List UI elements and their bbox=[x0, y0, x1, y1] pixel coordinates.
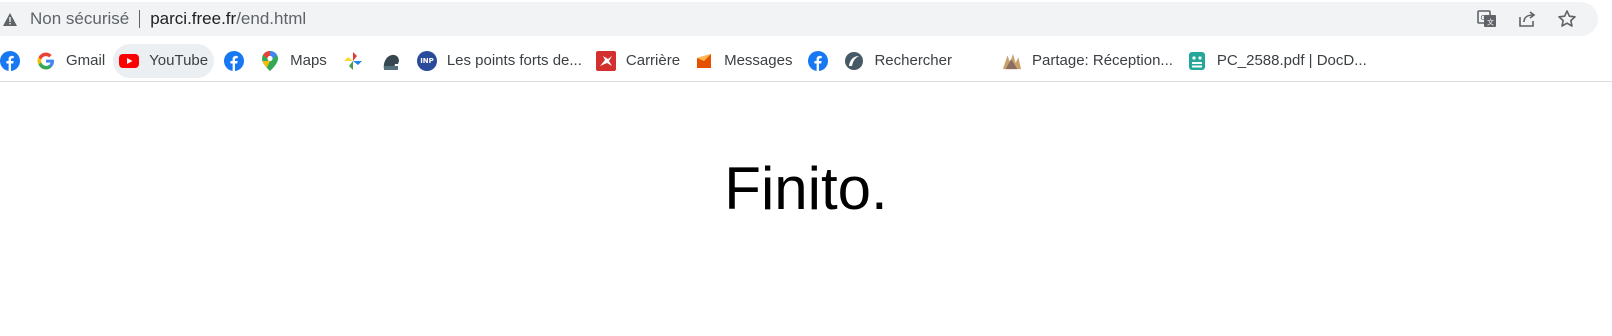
bookmark-facebook-1[interactable] bbox=[0, 44, 28, 78]
inp-logo-icon: INP bbox=[416, 50, 437, 71]
kangaroo-icon bbox=[595, 50, 616, 71]
pinwheel-icon bbox=[343, 51, 363, 71]
bookmark-facebook-2[interactable] bbox=[216, 44, 252, 78]
search-logo-icon bbox=[844, 51, 864, 71]
omnibox[interactable]: Non sécurisé parci.free.fr/end.html G文 bbox=[0, 2, 1598, 36]
page-content: Finito. bbox=[0, 82, 1612, 336]
bookmark-bison[interactable] bbox=[373, 44, 409, 78]
bookmark-gmail[interactable]: Gmail bbox=[30, 44, 111, 78]
bookmark-youtube[interactable]: YouTube bbox=[113, 43, 215, 78]
partage-icon bbox=[1002, 51, 1022, 71]
bookmark-label: PC_2588.pdf | DocD... bbox=[1216, 52, 1367, 69]
bookmark-partage[interactable]: Partage: Réception... bbox=[996, 44, 1179, 78]
bison-icon bbox=[381, 51, 401, 71]
omnibox-actions: G文 bbox=[1476, 2, 1578, 36]
facebook-icon bbox=[808, 50, 829, 71]
bookmark-label: Les points forts de... bbox=[446, 52, 582, 69]
bookmark-carriere[interactable]: Carrière bbox=[590, 44, 686, 78]
share-icon[interactable] bbox=[1516, 8, 1538, 30]
star-icon[interactable] bbox=[1556, 8, 1578, 30]
svg-text:文: 文 bbox=[1487, 18, 1494, 27]
bookmark-label: Messages bbox=[724, 52, 793, 69]
bookmark-inp[interactable]: INP Les points forts de... bbox=[411, 44, 588, 78]
address-bar-row: Non sécurisé parci.free.fr/end.html G文 bbox=[0, 0, 1612, 40]
bookmark-label: Partage: Réception... bbox=[1032, 52, 1173, 69]
facebook-icon bbox=[0, 50, 20, 71]
page-heading: Finito. bbox=[724, 155, 888, 222]
bookmark-facebook-3[interactable] bbox=[800, 44, 836, 78]
google-icon bbox=[36, 51, 56, 71]
url-host: parci.free.fr bbox=[150, 9, 237, 28]
bookmark-messages[interactable]: Messages bbox=[688, 44, 798, 78]
bookmark-label: Gmail bbox=[66, 52, 106, 69]
divider bbox=[139, 10, 141, 28]
youtube-icon bbox=[119, 51, 140, 71]
svg-text:G: G bbox=[1481, 14, 1486, 22]
facebook-icon bbox=[224, 50, 245, 71]
bookmark-label: Maps bbox=[290, 52, 327, 69]
warning-icon[interactable] bbox=[2, 11, 18, 27]
translate-icon[interactable]: G文 bbox=[1476, 8, 1498, 30]
messages-icon bbox=[694, 51, 714, 71]
url-path: /end.html bbox=[236, 9, 307, 28]
bookmark-rechercher[interactable]: Rechercher bbox=[838, 44, 958, 78]
bookmark-docdroid[interactable]: PC_2588.pdf | DocD... bbox=[1181, 44, 1373, 78]
svg-text:INP: INP bbox=[420, 57, 434, 65]
docdroid-icon bbox=[1187, 51, 1207, 71]
maps-pin-icon bbox=[260, 50, 280, 71]
bookmarks-bar: Gmail YouTube Maps INP Les points forts … bbox=[0, 40, 1612, 82]
bookmark-pinwheel[interactable] bbox=[335, 44, 371, 78]
bookmark-label: YouTube bbox=[149, 52, 209, 69]
bookmark-label: Rechercher bbox=[874, 52, 952, 69]
bookmark-label: Carrière bbox=[625, 52, 681, 69]
bookmark-maps[interactable]: Maps bbox=[254, 44, 333, 78]
url-text[interactable]: parci.free.fr/end.html bbox=[150, 9, 306, 29]
security-status[interactable]: Non sécurisé bbox=[30, 9, 129, 29]
